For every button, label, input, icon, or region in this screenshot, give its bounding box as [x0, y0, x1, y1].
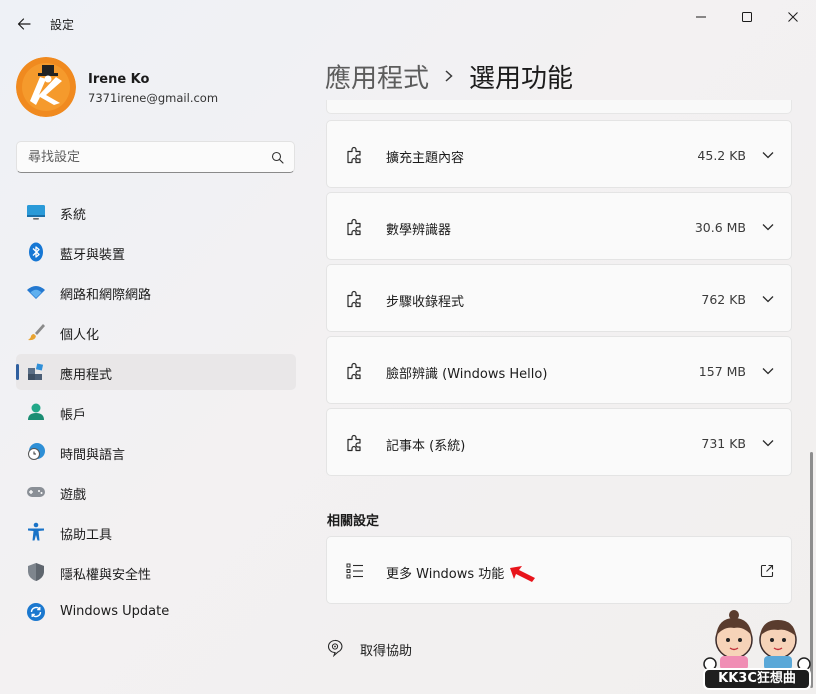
puzzle-icon: [347, 218, 361, 236]
sidebar-item-label: 系統: [60, 208, 87, 223]
arrow-left-icon: [17, 18, 31, 30]
accessibility-icon: [26, 522, 46, 542]
get-help-link[interactable]: 取得協助: [360, 640, 412, 659]
feature-card[interactable]: 數學辨識器 30.6 MB: [326, 192, 792, 260]
open-external-icon: [760, 564, 774, 578]
bluetooth-icon: [26, 242, 46, 262]
puzzle-icon: [347, 434, 361, 452]
sidebar-item-gaming[interactable]: 遊戲: [16, 474, 296, 510]
chevron-down-icon[interactable]: [761, 436, 775, 450]
chevron-down-icon[interactable]: [761, 148, 775, 162]
sidebar-item-system[interactable]: 系統: [16, 194, 296, 230]
sidebar-item-label: 藍牙與裝置: [60, 248, 126, 263]
feature-card[interactable]: 擴充主題內容 45.2 KB: [326, 120, 792, 188]
sidebar-item-personalization[interactable]: 個人化: [16, 314, 296, 350]
feature-size: 30.6 MB: [694, 220, 746, 235]
apps-icon: [26, 362, 46, 382]
sidebar-item-bluetooth[interactable]: 藍牙與裝置: [16, 234, 296, 270]
avatar-logo-icon: [16, 57, 76, 117]
brush-icon: [26, 322, 46, 342]
feature-name: 數學辨識器: [386, 223, 452, 238]
chevron-right-icon: [443, 69, 455, 83]
sidebar-item-network[interactable]: 網路和網際網路: [16, 274, 296, 310]
feature-name: 步驟收錄程式: [386, 295, 465, 310]
sidebar-item-time-language[interactable]: 時間與語言: [16, 434, 296, 470]
sidebar-item-label: 遊戲: [60, 488, 87, 503]
watermark-text: KK3C狂想曲: [703, 668, 811, 690]
sidebar-nav: 系統 藍牙與裝置 網路和網際網路 個人化 應用程式 帳戶 時間與語言 遊戲 協助…: [16, 194, 296, 634]
maximize-icon: [742, 12, 752, 22]
system-icon: [26, 202, 46, 222]
maximize-button[interactable]: [724, 0, 770, 34]
feature-size: 762 KB: [701, 292, 746, 307]
minimize-icon: [696, 16, 706, 18]
watermark: KK3C狂想曲: [700, 606, 816, 694]
chevron-down-icon[interactable]: [761, 220, 775, 234]
puzzle-icon: [347, 362, 361, 380]
sidebar-item-windows-update[interactable]: Windows Update: [16, 594, 296, 630]
windows-update-icon: [26, 602, 46, 622]
shield-icon: [26, 562, 46, 582]
list-icon: [346, 563, 363, 579]
user-name: Irene Ko: [88, 72, 150, 87]
sidebar-item-label: Windows Update: [60, 604, 170, 619]
sidebar-item-accessibility[interactable]: 協助工具: [16, 514, 296, 550]
sidebar-item-label: 隱私權與安全性: [60, 568, 152, 583]
section-title-related: 相關設定: [327, 514, 380, 529]
feature-card[interactable]: 步驟收錄程式 762 KB: [326, 264, 792, 332]
time-language-icon: [26, 442, 46, 462]
sidebar-item-privacy[interactable]: 隱私權與安全性: [16, 554, 296, 590]
sidebar-item-label: 應用程式: [60, 368, 113, 383]
minimize-button[interactable]: [678, 0, 724, 34]
feature-name: 記事本 (系統): [386, 439, 466, 454]
chevron-down-icon[interactable]: [761, 292, 775, 306]
user-email: 7371irene@gmail.com: [88, 91, 219, 105]
back-button[interactable]: [10, 10, 38, 38]
feature-name: 擴充主題內容: [386, 151, 465, 166]
sidebar-item-accounts[interactable]: 帳戶: [16, 394, 296, 430]
chevron-down-icon[interactable]: [761, 364, 775, 378]
wifi-icon: [26, 282, 46, 302]
account-icon: [26, 402, 46, 422]
breadcrumb-parent[interactable]: 應用程式: [325, 58, 429, 95]
gamepad-icon: [26, 482, 46, 502]
page-title: 選用功能: [469, 63, 574, 94]
feature-card[interactable]: 記事本 (系統) 731 KB: [326, 408, 792, 476]
sidebar-item-label: 個人化: [60, 328, 100, 343]
feature-card[interactable]: 臉部辨識 (Windows Hello) 157 MB: [326, 336, 792, 404]
sidebar-item-label: 網路和網際網路: [60, 288, 152, 303]
sidebar-item-label: 協助工具: [60, 528, 113, 543]
feature-name: 臉部辨識 (Windows Hello): [386, 367, 548, 382]
breadcrumb: 應用程式 選用功能: [325, 56, 573, 96]
close-button[interactable]: [770, 0, 816, 34]
red-arrow-annotation-icon: [510, 566, 535, 582]
more-windows-features-button[interactable]: 更多 Windows 功能: [326, 536, 792, 604]
search-icon[interactable]: [270, 150, 286, 166]
puzzle-icon: [347, 290, 361, 308]
selection-indicator: [16, 364, 19, 380]
feature-card-partial: [326, 100, 792, 114]
sidebar-item-label: 時間與語言: [60, 448, 126, 463]
feature-size: 45.2 KB: [697, 148, 746, 163]
feature-size: 731 KB: [701, 436, 746, 451]
sidebar-item-label: 帳戶: [60, 408, 87, 423]
avatar[interactable]: [16, 57, 76, 117]
title-bar: 設定: [0, 0, 816, 48]
more-windows-features-label: 更多 Windows 功能: [386, 567, 505, 582]
search-box[interactable]: [16, 141, 295, 173]
feature-size: 157 MB: [698, 364, 746, 379]
mascot-logo-icon: [703, 610, 811, 671]
close-icon: [788, 12, 798, 22]
search-input[interactable]: [28, 148, 268, 166]
app-title: 設定: [50, 18, 75, 32]
sidebar-item-apps[interactable]: 應用程式: [16, 354, 296, 390]
help-icon: [327, 639, 343, 657]
puzzle-icon: [347, 146, 361, 164]
